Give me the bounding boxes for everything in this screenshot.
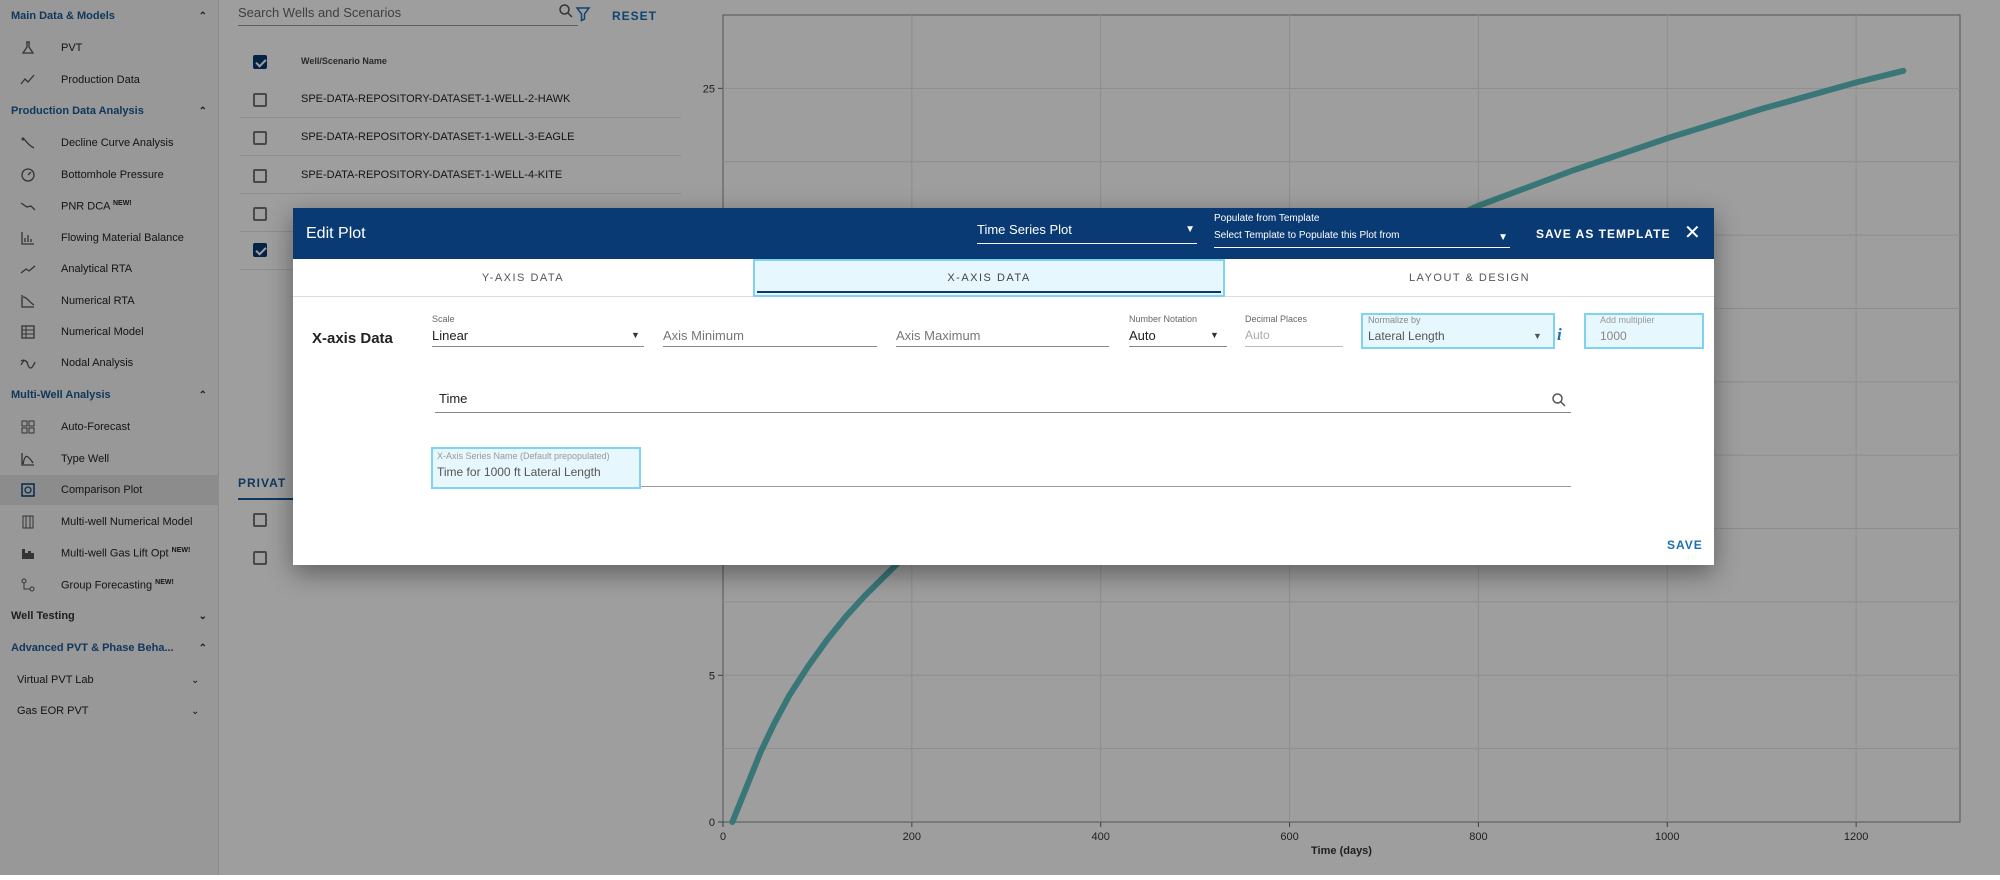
template-select[interactable]: Select Template to Populate this Plot fr… — [1214, 230, 1510, 248]
tab-layout-design[interactable]: LAYOUT & DESIGN — [1225, 259, 1714, 297]
tab-y-axis-data[interactable]: Y-AXIS DATA — [293, 259, 753, 297]
save-as-template-button[interactable]: SAVE AS TEMPLATE — [1536, 227, 1670, 241]
section-title: X-axis Data — [312, 330, 393, 347]
caret-down-icon: ▼ — [1533, 331, 1542, 341]
dialog-header: Edit Plot Time Series Plot ▼ Populate fro… — [293, 208, 1714, 259]
search-icon[interactable] — [1551, 392, 1567, 408]
edit-plot-dialog: Edit Plot Time Series Plot ▼ Populate fro… — [293, 208, 1714, 565]
save-button[interactable]: SAVE — [1667, 538, 1703, 552]
chevron-down-icon: ▼ — [1185, 224, 1195, 235]
caret-down-icon: ▼ — [631, 330, 640, 340]
template-label: Populate from Template — [1214, 213, 1320, 224]
normalize-by-select[interactable]: Normalize by Lateral Length ▼ — [1361, 313, 1555, 349]
close-icon[interactable]: ✕ — [1684, 220, 1701, 245]
plot-type-select[interactable]: Time Series Plot ▼ — [977, 222, 1197, 244]
chevron-down-icon: ▼ — [1498, 232, 1508, 243]
dialog-title: Edit Plot — [306, 225, 366, 242]
tab-x-axis-data[interactable]: X-AXIS DATA — [753, 259, 1225, 297]
axis-tabs: Y-AXIS DATA X-AXIS DATA LAYOUT & DESIGN — [293, 259, 1714, 297]
info-icon[interactable]: i — [1557, 325, 1562, 345]
multiplier-input[interactable]: Add multiplier 1000 — [1584, 313, 1704, 349]
caret-down-icon: ▼ — [1210, 330, 1219, 340]
